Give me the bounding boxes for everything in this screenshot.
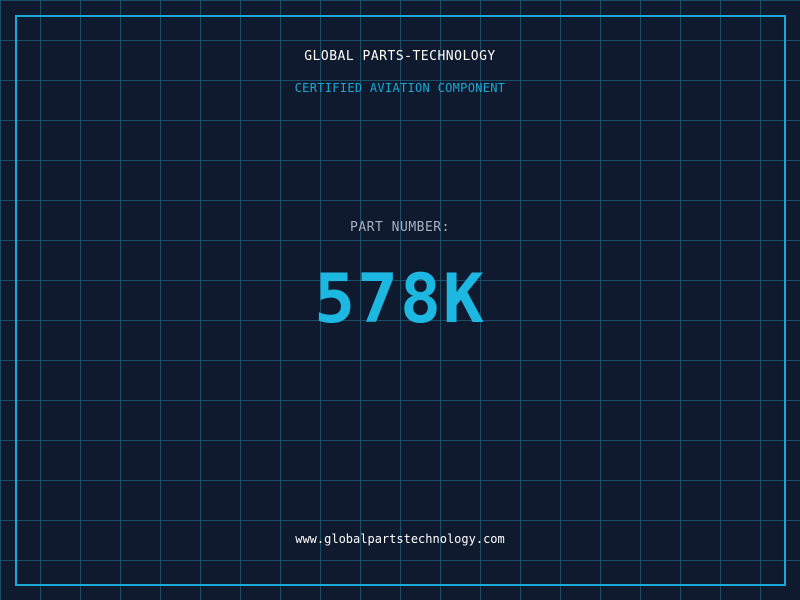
part-number-value: 578K — [314, 260, 486, 339]
tagline: CERTIFIED AVIATION COMPONENT — [294, 81, 506, 95]
website-url: www.globalpartstechnology.com — [295, 532, 505, 546]
brand-name: GLOBAL PARTS-TECHNOLOGY — [304, 49, 496, 64]
part-number-label: PART NUMBER: — [350, 220, 450, 235]
